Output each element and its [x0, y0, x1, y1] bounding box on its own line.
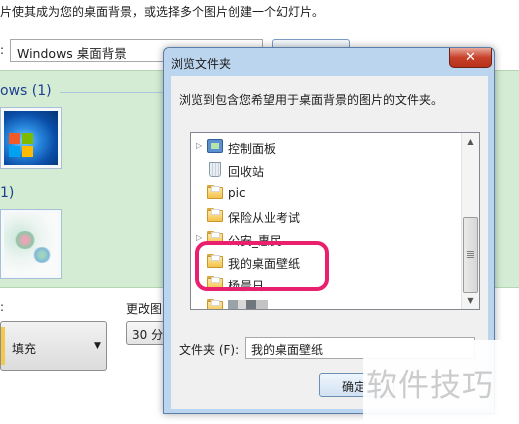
picture-location-label: : — [0, 43, 5, 57]
picture-position-value: 填充 — [12, 342, 37, 356]
background-description: 片使其成为您的桌面背景，或选择多个图片创建一个幻灯片。 — [0, 5, 325, 19]
tree-item-insurance-exam[interactable]: 保险从业考试 — [191, 205, 459, 227]
flower-shape — [32, 247, 52, 263]
picture-position-label: : — [0, 300, 5, 314]
windows7-wallpaper-image — [4, 111, 58, 165]
dialog-instruction: 浏览到包含您希望用于桌面背景的图片的文件夹。 — [179, 93, 444, 107]
control-panel-icon — [207, 139, 223, 154]
picture-position-select[interactable]: 填充 ▼ — [0, 321, 107, 371]
windows-logo-icon — [9, 133, 35, 159]
highlight-annotation — [195, 241, 329, 291]
tree-item-label: 回收站 — [228, 165, 265, 179]
wallpaper-thumbnail-windows7[interactable] — [0, 107, 62, 169]
folder-icon — [207, 185, 223, 200]
tree-item-recycle-bin[interactable]: 回收站 — [191, 159, 459, 181]
recycle-bin-icon — [207, 162, 223, 177]
position-preview-icon — [1, 327, 5, 365]
tree-item-label: 保险从业考试 — [228, 211, 301, 225]
flower-shape — [14, 231, 36, 249]
group-divider — [60, 92, 180, 93]
tree-item-label: 控制面板 — [228, 142, 277, 156]
expand-arrow-icon[interactable]: ▷ — [196, 233, 202, 242]
expand-arrow-icon[interactable]: ▷ — [196, 141, 202, 150]
group-header-windows[interactable]: ows (1) — [0, 83, 52, 99]
scroll-down-icon[interactable]: ▼ — [462, 292, 479, 309]
dialog-title: 浏览文件夹 — [171, 57, 232, 71]
tree-item-label: pic — [228, 186, 246, 200]
folder-field-label: 文件夹 (F): — [179, 343, 240, 357]
tree-scrollbar[interactable]: ▲ ▼ — [461, 133, 479, 309]
scroll-thumb[interactable] — [463, 217, 478, 293]
change-interval-label: 更改图 — [126, 302, 163, 316]
tree-item-control-panel[interactable]: ▷ 控制面板 — [191, 136, 459, 158]
obscured-label — [228, 300, 268, 309]
tree-item-pic[interactable]: pic — [191, 182, 459, 204]
group-header-second[interactable]: 1) — [0, 185, 14, 201]
watermark-text: 软件技巧 — [366, 368, 494, 404]
folder-icon — [207, 208, 223, 223]
wallpaper-thumbnail-flowers[interactable] — [0, 209, 62, 279]
flower-wallpaper-image — [4, 213, 58, 275]
scroll-up-icon[interactable]: ▲ — [462, 133, 479, 150]
close-button[interactable]: ✕ — [449, 48, 492, 68]
chevron-down-icon: ▼ — [94, 341, 101, 351]
change-interval-select[interactable]: 30 分 — [126, 321, 166, 345]
folder-icon — [207, 299, 223, 309]
grip-icon — [467, 251, 474, 258]
tree-item-obscured[interactable] — [191, 296, 459, 309]
